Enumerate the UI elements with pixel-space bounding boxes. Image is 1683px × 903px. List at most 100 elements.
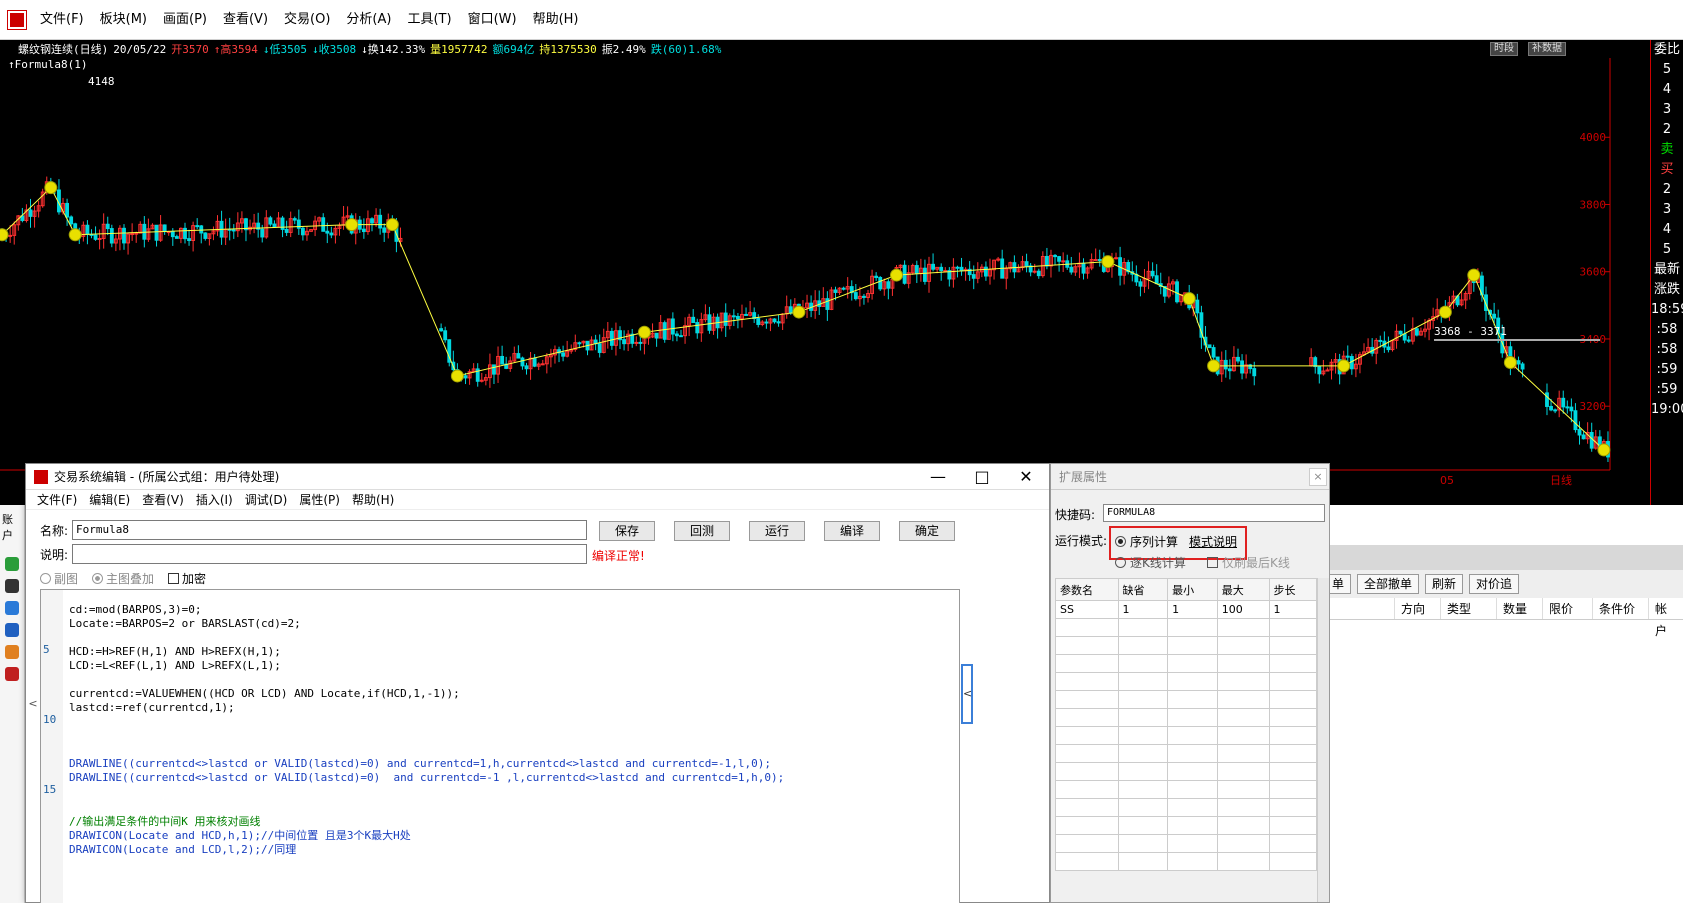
refresh-orders-button[interactable]: 刷新 (1425, 574, 1464, 594)
ok-button[interactable]: 确定 (899, 521, 955, 541)
collapse-right-icon[interactable]: < (961, 664, 973, 724)
menu-file[interactable]: 文件(F) (32, 0, 92, 40)
account-home-icon[interactable] (5, 557, 19, 571)
name-input[interactable]: Formula8 (72, 520, 588, 540)
code-line: DRAWLINE((currentcd<>lastcd or VALID(las… (69, 771, 785, 784)
table-row[interactable] (1055, 816, 1318, 835)
param-min-cell[interactable]: 1 (1167, 600, 1218, 619)
edit-icon[interactable] (5, 623, 19, 637)
candle-body (1520, 363, 1525, 370)
editor-titlebar[interactable]: 交易系统编辑 - (所属公式组：用户待处理) — □ ✕ (26, 464, 1049, 490)
mainchart-option[interactable]: 主图叠加 (92, 570, 154, 587)
candle-body (983, 266, 988, 277)
table-row[interactable] (1055, 762, 1318, 781)
table-row[interactable] (1055, 834, 1318, 853)
param-default-cell[interactable]: 1 (1117, 600, 1169, 619)
menu-sector[interactable]: 板块(M) (92, 0, 155, 40)
param-col-step[interactable]: 步长 (1268, 578, 1318, 601)
params-scrollbar[interactable] (1317, 578, 1329, 902)
col-condition-price[interactable]: 条件价 (1593, 598, 1649, 619)
max-price-annotation: 4148 (88, 75, 115, 88)
editor-menu-debug[interactable]: 调试(D) (239, 491, 294, 508)
extended-properties-panel: 扩展属性 × 快捷码: FORMULA8 运行模式: 序列计算 模式说明 逐K线… (1050, 463, 1330, 903)
col-limit-price[interactable]: 限价 (1543, 598, 1593, 619)
editor-menu-property[interactable]: 属性(P) (293, 491, 346, 508)
editor-menu-insert[interactable]: 插入(I) (190, 491, 239, 508)
candle-body (203, 232, 208, 239)
run-button[interactable]: 运行 (749, 521, 805, 541)
latest-label: 最新 (1653, 262, 1680, 277)
account-tab[interactable]: 账户 (0, 505, 24, 549)
chase-price-button[interactable]: 对价追 (1469, 574, 1520, 594)
menu-tools[interactable]: 工具(T) (399, 0, 459, 40)
param-name-cell[interactable]: SS (1055, 600, 1119, 619)
params-table: 参数名 缺省 最小 最大 步长 SS 1 1 100 1 (1055, 578, 1318, 871)
editor-menu-view[interactable]: 查看(V) (136, 491, 190, 508)
code-editor[interactable]: 5 10 15 cd:=mod(BARPOS,3)=0; Locate:=BAR… (40, 589, 960, 903)
desc-input[interactable] (72, 544, 588, 564)
supplement-data-button[interactable]: 补数据 (1528, 42, 1566, 56)
refresh-last-option[interactable]: 仅刷最后K线 (1207, 554, 1290, 571)
param-col-min[interactable]: 最小 (1167, 578, 1218, 601)
param-max-cell[interactable]: 100 (1216, 600, 1270, 619)
minimize-icon[interactable]: — (916, 464, 960, 490)
table-row[interactable] (1055, 618, 1318, 637)
bid-level-5: 5 (1662, 242, 1672, 257)
menu-trade[interactable]: 交易(O) (276, 0, 338, 40)
editor-menu-file[interactable]: 文件(F) (31, 491, 83, 508)
editor-menu-help[interactable]: 帮助(H) (346, 491, 400, 508)
subchart-option[interactable]: 副图 (40, 570, 78, 587)
col-direction[interactable]: 方向 (1395, 598, 1441, 619)
maximize-icon[interactable]: □ (960, 464, 1004, 490)
backtest-button[interactable]: 回测 (674, 521, 730, 541)
table-row[interactable] (1055, 636, 1318, 655)
ext-close-icon[interactable]: × (1309, 468, 1327, 486)
candle-body (1581, 434, 1586, 440)
tick-time-6: 19:00 (1651, 402, 1683, 417)
param-col-name[interactable]: 参数名 (1055, 578, 1119, 601)
menu-view[interactable]: 查看(V) (215, 0, 276, 40)
grid-icon[interactable] (5, 579, 19, 593)
table-row[interactable] (1055, 726, 1318, 745)
table-row[interactable] (1055, 744, 1318, 763)
table-row[interactable] (1055, 708, 1318, 727)
settings-icon[interactable] (5, 645, 19, 659)
mode-sequence-option[interactable]: 序列计算 (1115, 533, 1178, 550)
compile-button[interactable]: 编译 (824, 521, 880, 541)
menu-screen[interactable]: 画面(P) (155, 0, 215, 40)
refresh-icon[interactable] (5, 601, 19, 615)
time-segment-button[interactable]: 时段 (1490, 42, 1518, 56)
collapse-left-icon[interactable]: < (26, 674, 40, 734)
menu-window[interactable]: 窗口(W) (460, 0, 525, 40)
menu-help[interactable]: 帮助(H) (525, 0, 587, 40)
table-row[interactable]: SS 1 1 100 1 (1055, 600, 1318, 619)
shortcode-input[interactable]: FORMULA8 (1103, 504, 1325, 522)
param-col-default[interactable]: 缺省 (1117, 578, 1169, 601)
cancel-all-button[interactable]: 全部撤单 (1357, 574, 1420, 594)
table-row[interactable] (1055, 798, 1318, 817)
y-tick-label: 4000 (1580, 131, 1607, 144)
table-row[interactable] (1055, 780, 1318, 799)
encrypt-option[interactable]: 加密 (168, 570, 206, 587)
mode-tick-option[interactable]: 逐K线计算 (1115, 554, 1186, 571)
editor-menu-edit[interactable]: 编辑(E) (83, 491, 136, 508)
candle-body (675, 333, 679, 337)
candle-body (874, 275, 879, 278)
pivot-smiley-icon (1182, 292, 1196, 306)
menu-analysis[interactable]: 分析(A) (338, 0, 399, 40)
mode-help-link[interactable]: 模式说明 (1189, 533, 1237, 550)
table-row[interactable] (1055, 690, 1318, 709)
param-col-max[interactable]: 最大 (1216, 578, 1270, 601)
col-account[interactable]: 帐户 (1649, 598, 1683, 638)
save-button[interactable]: 保存 (599, 521, 655, 541)
col-type[interactable]: 类型 (1441, 598, 1497, 619)
table-row[interactable] (1055, 672, 1318, 691)
table-row[interactable] (1055, 654, 1318, 673)
col-quantity[interactable]: 数量 (1497, 598, 1543, 619)
table-row[interactable] (1055, 852, 1318, 871)
alert-icon[interactable] (5, 667, 19, 681)
kline-chart[interactable]: 40003800360034003200414831033368 - 33710… (0, 40, 1683, 505)
kline-chart-svg[interactable]: 40003800360034003200414831033368 - 33710… (0, 40, 1650, 505)
param-step-cell[interactable]: 1 (1268, 600, 1318, 619)
close-icon[interactable]: ✕ (1004, 464, 1048, 490)
